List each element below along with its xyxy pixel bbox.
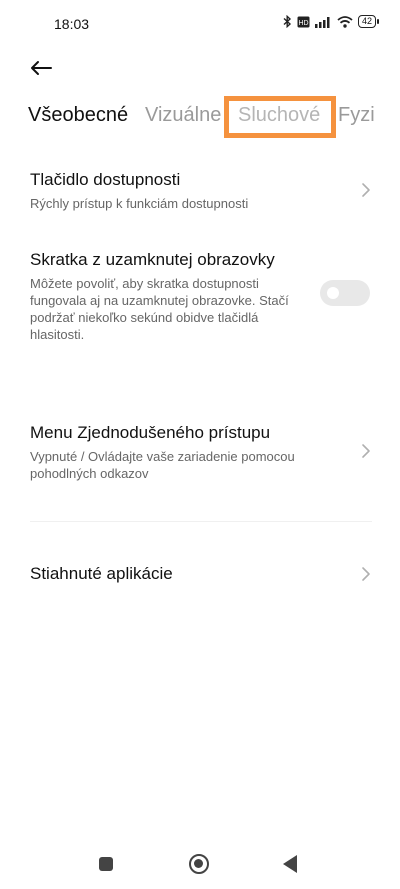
setting-subtitle-line: Vypnuté / Ovládajte vaše zariadenie pomo… — [30, 449, 295, 464]
toggle-knob — [327, 287, 339, 299]
chevron-right-icon — [362, 444, 370, 458]
status-time: 18:03 — [54, 16, 90, 32]
section-divider — [30, 521, 372, 522]
setting-subtitle-line: fungovala aj na uzamknutej obrazovke. St… — [30, 293, 289, 308]
arrow-left-icon — [31, 61, 52, 75]
setting-downloaded-apps[interactable]: Stiahnuté aplikácie — [0, 558, 400, 592]
setting-subtitle-line: pohodlných odkazov — [30, 466, 149, 481]
home-circle-icon[interactable] — [189, 854, 209, 874]
status-bar: 18:03 HD 42 — [0, 0, 400, 48]
category-tabs: Všeobecné Vizuálne Sluchové Fyzi — [0, 96, 400, 138]
setting-title: Tlačidlo dostupnosti — [30, 170, 181, 189]
svg-text:HD: HD — [298, 20, 308, 27]
back-button[interactable] — [27, 54, 55, 82]
lockscreen-shortcut-toggle[interactable] — [320, 280, 370, 306]
setting-title: Skratka z uzamknutej obrazovky — [30, 250, 275, 269]
tab-sluchove[interactable]: Sluchové — [238, 104, 320, 127]
bluetooth-icon — [283, 15, 292, 28]
setting-title: Stiahnuté aplikácie — [30, 564, 173, 583]
battery-icon: 42 — [357, 15, 380, 28]
setting-title: Menu Zjednodušeného prístupu — [30, 423, 271, 442]
wifi-icon — [337, 15, 353, 28]
signal-icon — [314, 16, 330, 28]
setting-subtitle-line: hlasitosti. — [30, 327, 85, 342]
recents-square-icon[interactable] — [99, 857, 113, 871]
setting-simplified-menu[interactable]: Menu Zjednodušeného prístupu Vypnuté / O… — [0, 418, 400, 488]
setting-subtitle-line: Môžete povoliť, aby skratka dostupnosti — [30, 276, 259, 291]
chevron-right-icon — [362, 183, 370, 197]
tab-fyzicke[interactable]: Fyzi — [338, 104, 375, 127]
setting-subtitle-line: podržať niekoľko sekúnd obidve tlačidlá — [30, 310, 259, 325]
system-nav-bar — [0, 840, 400, 889]
tab-vizualne[interactable]: Vizuálne — [145, 104, 221, 127]
setting-accessibility-button[interactable]: Tlačidlo dostupnosti Rýchly prístup k fu… — [0, 165, 400, 220]
back-triangle-icon[interactable] — [283, 855, 297, 873]
sim-icon: HD — [297, 16, 310, 27]
tab-vseobecne[interactable]: Všeobecné — [28, 104, 128, 127]
status-icons: HD 42 — [283, 15, 380, 28]
setting-subtitle: Rýchly prístup k funkciám dostupnosti — [30, 196, 249, 211]
chevron-right-icon — [362, 567, 370, 581]
